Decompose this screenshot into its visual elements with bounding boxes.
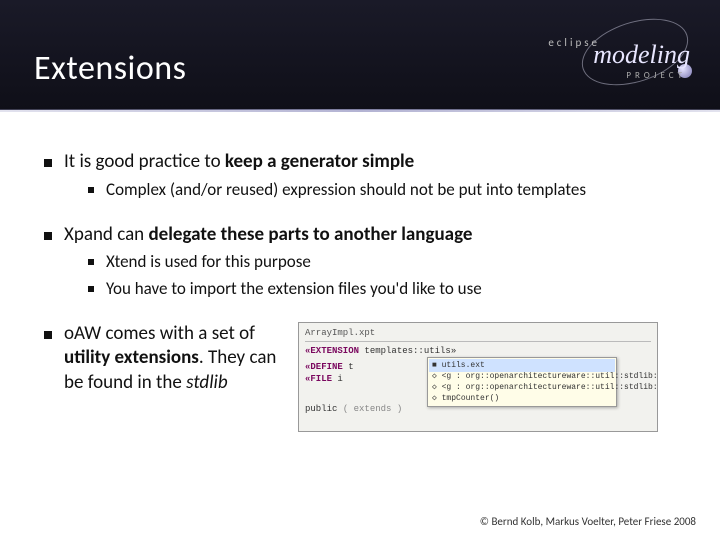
bullet-3-pre: oAW comes with a set of	[64, 322, 255, 345]
define-keyword: «DEFINE	[305, 362, 343, 372]
bullet-group-2: Xpand can delegate these parts to anothe…	[44, 223, 692, 300]
eclipse-modeling-logo: eclipse modeling PROJECT	[530, 16, 700, 94]
editor-tab: ArrayImpl.xpt	[305, 327, 651, 342]
extension-path: templates::utils»	[359, 346, 456, 356]
code-line-1: «EXTENSION templates::utils»	[305, 345, 651, 357]
extension-keyword: «EXTENSION	[305, 346, 359, 356]
bullet-3-em: stdlib	[186, 371, 228, 394]
logo-line3: PROJECT	[626, 70, 686, 81]
popup-row-1: ◇ <g : org::openarchitectureware::util::…	[432, 372, 658, 381]
copyright-footer: © Bernd Kolb, Markus Voelter, Peter Frie…	[480, 515, 696, 528]
bullet-1-strong: keep a generator simple	[225, 150, 414, 173]
popup-row-0: ■ utils.ext	[429, 359, 615, 372]
logo-line2: modeling	[593, 40, 690, 70]
bullet-3: oAW comes with a set of utility extensio…	[44, 322, 284, 396]
bullet-2b: You have to import the extension files y…	[88, 278, 692, 300]
bullet-2a: Xtend is used for this purpose	[88, 251, 692, 273]
bullet-3-strong: utility extensions	[64, 346, 199, 369]
bullet-1a: Complex (and/or reused) expression shoul…	[88, 179, 692, 201]
code-screenshot: ArrayImpl.xpt «EXTENSION templates::util…	[298, 322, 658, 432]
bullet-1: It is good practice to keep a generator …	[44, 150, 692, 175]
bullet-2-strong: delegate these parts to another language	[148, 223, 472, 246]
header-band: Extensions eclipse modeling PROJECT	[0, 0, 720, 110]
bullet-3-text: oAW comes with a set of utility extensio…	[44, 322, 284, 400]
slide-title: Extensions	[34, 48, 186, 89]
autocomplete-popup: ■ utils.ext ◇ <g : org::openarchitecture…	[427, 357, 617, 408]
popup-row-3: ◇ tmpCounter()	[432, 394, 499, 403]
popup-row-2: ◇ <g : org::openarchitectureware::util::…	[432, 383, 658, 392]
bullet-group-1: It is good practice to keep a generator …	[44, 150, 692, 201]
content: It is good practice to keep a generator …	[44, 150, 692, 454]
file-keyword: «FILE	[305, 374, 332, 384]
bullet-1-pre: It is good practice to	[64, 150, 225, 173]
bullet-group-3: oAW comes with a set of utility extensio…	[44, 322, 692, 432]
slide: Extensions eclipse modeling PROJECT It i…	[0, 0, 720, 540]
logo-line1: eclipse	[548, 36, 600, 49]
bullet-2-pre: Xpand can	[64, 223, 148, 246]
bullet-2: Xpand can delegate these parts to anothe…	[44, 223, 692, 248]
